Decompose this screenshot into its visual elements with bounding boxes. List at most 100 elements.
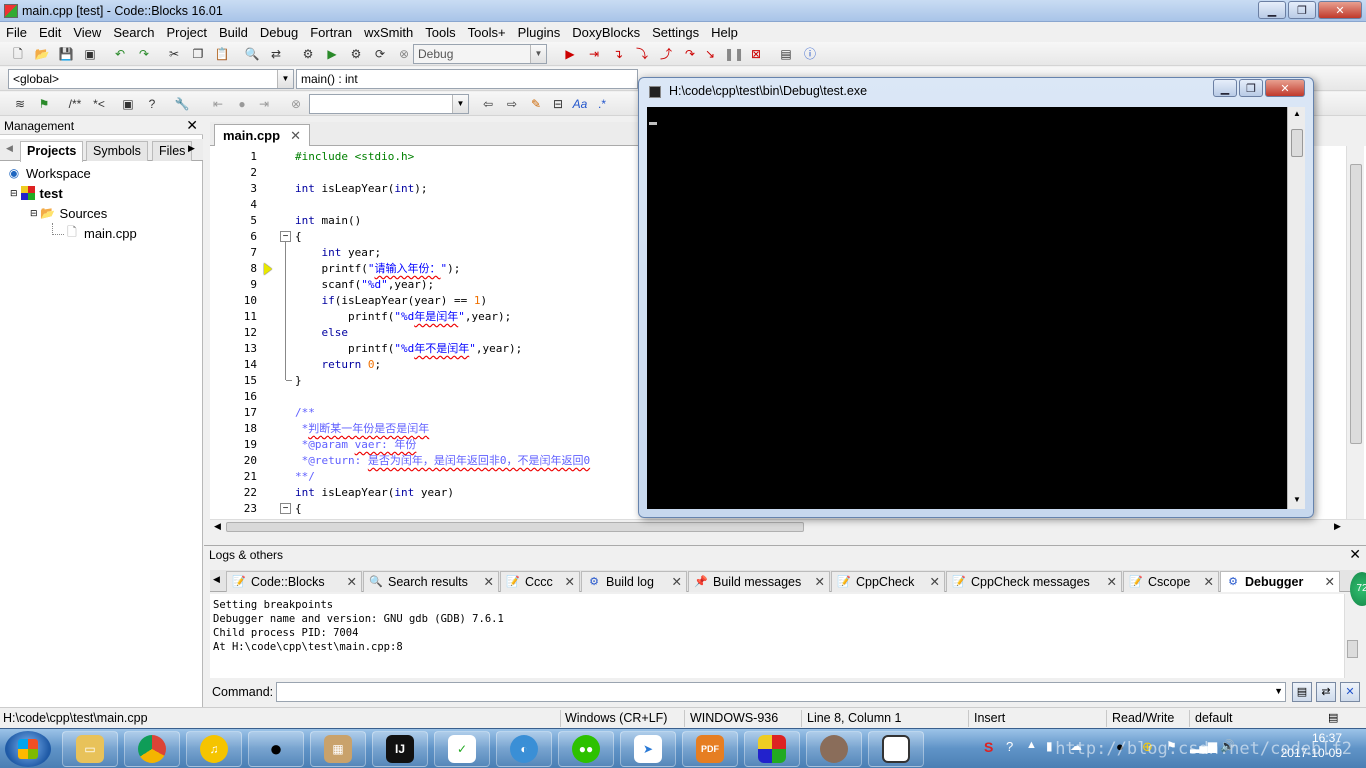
previous-bookmark-icon[interactable]: ⇤ <box>210 96 226 112</box>
tab-symbols[interactable]: Symbols <box>86 141 148 161</box>
tab-debugger[interactable]: ⚙ Debugger ✕ <box>1220 571 1340 592</box>
close-icon[interactable]: ✕ <box>930 574 940 589</box>
menu-fortran[interactable]: Fortran <box>304 25 358 40</box>
clock[interactable]: 16:37 2017-10-09 <box>1281 731 1342 761</box>
minimize-button[interactable]: ▁ <box>1258 1 1286 19</box>
step-instruction-icon[interactable]: ↘ <box>702 46 718 62</box>
toggle-bookmark-icon[interactable]: ● <box>234 96 250 112</box>
sogou-icon[interactable]: S <box>984 739 993 755</box>
next-line-icon[interactable]: ↴ <box>610 46 626 62</box>
load-script-button[interactable]: ▤ <box>1292 682 1312 702</box>
build-gear-icon[interactable]: ⚙ <box>300 46 316 62</box>
scope-select[interactable]: <global> ▼ <box>8 69 294 89</box>
find-icon[interactable]: 🔍 <box>244 46 260 62</box>
run-to-cursor-icon[interactable]: ⇥ <box>586 46 602 62</box>
highlight-icon[interactable]: ✎ <box>528 96 544 112</box>
menu-search[interactable]: Search <box>107 25 160 40</box>
stop-debug-icon[interactable]: ⊠ <box>748 46 764 62</box>
close-icon[interactable]: ✕ <box>186 117 198 134</box>
tab-cscope[interactable]: 📝 Cscope ✕ <box>1123 571 1219 592</box>
doxy-line-comment-button[interactable]: *< <box>90 96 108 112</box>
menu-build[interactable]: Build <box>213 25 254 40</box>
extract-icon[interactable]: ⚑ <box>36 96 52 112</box>
console-maximize-button[interactable]: ❐ <box>1239 79 1263 97</box>
close-icon[interactable]: ✕ <box>1325 574 1335 589</box>
maximize-button[interactable]: ❐ <box>1288 1 1316 19</box>
close-icon[interactable]: ✕ <box>1204 574 1214 589</box>
menu-tools-plus[interactable]: Tools+ <box>462 25 512 40</box>
undo-icon[interactable]: ↶ <box>112 46 128 62</box>
taskbar-intellij[interactable]: IJ <box>372 731 428 767</box>
debug-start-icon[interactable]: ▶ <box>562 46 578 62</box>
clear-search-icon[interactable]: ⊗ <box>288 96 304 112</box>
tab-files[interactable]: Files <box>152 141 192 161</box>
save-all-icon[interactable]: ▣ <box>82 46 98 62</box>
editor-vertical-scrollbar[interactable] <box>1346 146 1364 520</box>
tab-cppcheck-messages[interactable]: 📝 CppCheck messages ✕ <box>946 571 1122 592</box>
tab-scroll-left-icon[interactable]: ◀ <box>213 574 220 585</box>
scrollbar-thumb[interactable] <box>1350 164 1362 444</box>
html-icon[interactable]: ▣ <box>120 96 136 112</box>
menu-project[interactable]: Project <box>161 25 213 40</box>
pause-icon[interactable]: ❚❚ <box>724 46 744 62</box>
editor-horizontal-scrollbar[interactable]: ◀ ▶ <box>210 519 1366 533</box>
scroll-left-icon[interactable]: ◀ <box>214 521 221 532</box>
scrollbar-thumb[interactable] <box>226 522 804 532</box>
taskbar-music[interactable]: ♫ <box>186 731 242 767</box>
command-input[interactable]: ▼ <box>276 682 1286 702</box>
info-icon[interactable]: ⓘ <box>802 46 818 62</box>
taskbar-codeblocks[interactable] <box>744 731 800 767</box>
tab-codeblocks-log[interactable]: 📝 Code::Blocks ✕ <box>226 571 362 592</box>
taskbar-wechat[interactable]: ●● <box>558 731 614 767</box>
console-scrollbar[interactable]: ▲ ▼ <box>1287 107 1305 509</box>
step-into-icon[interactable]: ⤵ <box>634 46 650 62</box>
tools-icon[interactable]: 🔧 <box>174 96 190 112</box>
taskbar-chrome[interactable] <box>124 731 180 767</box>
scroll-up-icon[interactable]: ▲ <box>1293 109 1301 118</box>
console-minimize-button[interactable]: ▁ <box>1213 79 1237 97</box>
rebuild-icon[interactable]: ⟳ <box>372 46 388 62</box>
tree-file-main-cpp[interactable]: 🗋 main.cpp <box>64 224 137 242</box>
taskbar-pdf[interactable]: PDF <box>682 731 738 767</box>
log-scrollbar[interactable] <box>1344 594 1360 678</box>
send-command-button[interactable]: ⇄ <box>1316 682 1336 702</box>
chevron-down-icon[interactable]: ▼ <box>1274 686 1283 696</box>
incremental-search-input[interactable]: ▼ <box>309 94 469 114</box>
menu-edit[interactable]: Edit <box>33 25 67 40</box>
step-out-icon[interactable]: ⤴ <box>658 46 674 62</box>
start-button[interactable] <box>5 731 51 767</box>
scroll-down-icon[interactable]: ▼ <box>1293 495 1301 504</box>
function-select[interactable]: main() : int <box>296 69 638 89</box>
run-icon[interactable]: ▶ <box>324 46 340 62</box>
tab-build-messages[interactable]: 📌 Build messages ✕ <box>688 571 830 592</box>
tree-project-test[interactable]: ⊟ test <box>10 184 63 202</box>
menu-settings[interactable]: Settings <box>646 25 705 40</box>
close-icon[interactable]: ✕ <box>290 128 301 143</box>
tab-cppcheck[interactable]: 📝 CppCheck ✕ <box>831 571 945 592</box>
tab-projects[interactable]: Projects <box>20 141 84 162</box>
taskbar-photo[interactable] <box>806 731 862 767</box>
taskbar-chart-app[interactable]: ✓ <box>434 731 490 767</box>
tree-workspace[interactable]: ◉ Workspace <box>6 164 91 182</box>
build-target-select[interactable]: Debug ▼ <box>413 44 547 64</box>
match-case-icon[interactable]: Aa <box>572 96 588 112</box>
menu-wxsmith[interactable]: wxSmith <box>358 25 419 40</box>
regex-button[interactable]: .* <box>594 96 610 112</box>
debug-windows-icon[interactable]: ▤ <box>778 46 794 62</box>
taskbar-paper-plane[interactable]: ➤ <box>620 731 676 767</box>
tree-folder-sources[interactable]: ⊟ 📂 Sources <box>30 204 107 222</box>
open-file-icon[interactable]: 📂 <box>34 46 50 62</box>
paste-icon[interactable]: 📋 <box>214 46 230 62</box>
console-output[interactable] <box>647 107 1287 509</box>
tab-scroll-right-icon[interactable]: ▶ <box>188 143 195 154</box>
tab-cccc[interactable]: 📝 Cccc ✕ <box>500 571 580 592</box>
help-icon[interactable]: ? <box>1006 739 1013 754</box>
abort-icon[interactable]: ⊗ <box>396 46 412 62</box>
search-previous-icon[interactable]: ⇦ <box>480 96 496 112</box>
collapse-icon[interactable]: ⊟ <box>10 188 18 199</box>
close-icon[interactable]: ✕ <box>1349 546 1361 563</box>
next-instruction-icon[interactable]: ↷ <box>682 46 698 62</box>
scroll-right-icon[interactable]: ▶ <box>1334 521 1341 532</box>
close-icon[interactable]: ✕ <box>565 574 575 589</box>
cut-icon[interactable]: ✂ <box>166 46 182 62</box>
